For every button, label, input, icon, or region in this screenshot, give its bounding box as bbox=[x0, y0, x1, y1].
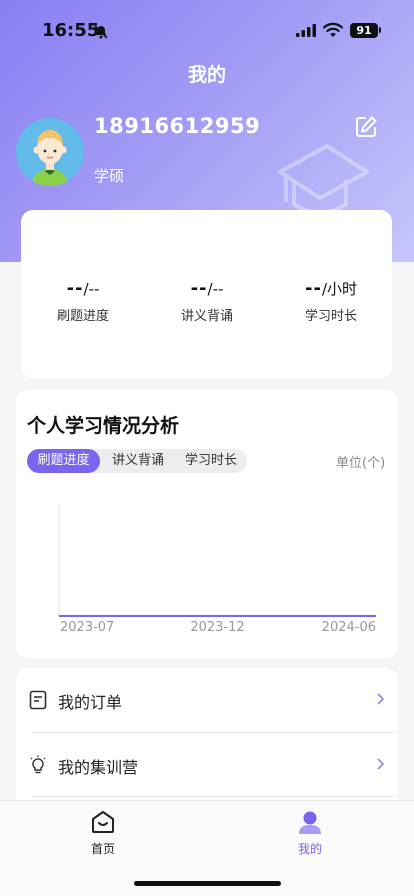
menu-list: 我的订单 我的集训营 bbox=[16, 668, 398, 818]
tab-home[interactable]: 首页 bbox=[73, 810, 133, 857]
tab-profile[interactable]: 我的 bbox=[280, 810, 340, 857]
user-degree: 学硕 bbox=[94, 167, 125, 185]
chart-x-tick-label: 2023-07 bbox=[60, 620, 114, 635]
stat-label: 学习时长 bbox=[304, 309, 357, 324]
graduation-cap-icon bbox=[278, 144, 369, 215]
stat-value: --/小时 bbox=[304, 278, 357, 299]
avatar-illustration bbox=[16, 118, 84, 186]
tab-label: 首页 bbox=[90, 842, 115, 856]
chevron-right-icon bbox=[377, 693, 385, 705]
lightbulb-icon bbox=[30, 755, 46, 774]
page-title: 我的 bbox=[187, 64, 226, 86]
avatar[interactable] bbox=[16, 118, 84, 186]
stat-notes-recitation[interactable]: --/-- 讲义背诵 bbox=[147, 278, 267, 324]
stat-practice-progress[interactable]: --/-- 刷题进度 bbox=[23, 278, 143, 324]
menu-item-camp[interactable]: 我的集训营 bbox=[16, 733, 398, 797]
chevron-right-icon bbox=[377, 758, 385, 770]
tab-label: 我的 bbox=[297, 842, 322, 856]
chart-x-tick-label: 2024-06 bbox=[322, 620, 376, 635]
stat-value: --/-- bbox=[66, 278, 100, 299]
mute-bell-icon bbox=[94, 25, 108, 39]
wifi-icon bbox=[323, 22, 343, 37]
menu-item-orders[interactable]: 我的订单 bbox=[16, 668, 398, 732]
order-icon bbox=[29, 690, 47, 710]
user-phone: 18916612959 bbox=[94, 114, 261, 138]
tab-practice-progress[interactable]: 刷题进度 bbox=[27, 449, 100, 473]
tab-study-time[interactable]: 学习时长 bbox=[175, 449, 247, 473]
home-indicator bbox=[134, 881, 281, 886]
stat-study-time[interactable]: --/小时 学习时长 bbox=[271, 278, 391, 324]
menu-item-label: 我的订单 bbox=[58, 693, 123, 712]
cellular-signal-icon bbox=[296, 24, 316, 37]
user-icon bbox=[299, 811, 321, 834]
status-bar: 16:55 91 bbox=[0, 0, 414, 56]
analysis-tabs: 刷题进度 讲义背诵 学习时长 bbox=[27, 449, 247, 473]
edit-icon[interactable] bbox=[354, 115, 378, 139]
status-time: 16:55 bbox=[42, 20, 100, 41]
tab-notes-recitation[interactable]: 讲义背诵 bbox=[103, 449, 173, 473]
chart-x-tick-label: 2023-12 bbox=[190, 620, 244, 635]
battery-tip bbox=[379, 27, 381, 33]
stat-value: --/-- bbox=[190, 278, 224, 299]
stat-label: 刷题进度 bbox=[56, 309, 109, 324]
battery-indicator: 91 bbox=[350, 23, 378, 38]
analysis-title: 个人学习情况分析 bbox=[27, 415, 180, 437]
home-icon bbox=[92, 811, 114, 833]
study-line-chart: 2023-07 2023-12 2024-06 bbox=[58, 505, 376, 635]
menu-item-label: 我的集训营 bbox=[58, 758, 139, 777]
chart-unit-label: 单位(个) bbox=[336, 456, 386, 471]
stat-label: 讲义背诵 bbox=[180, 309, 233, 324]
menu-divider bbox=[32, 796, 398, 797]
